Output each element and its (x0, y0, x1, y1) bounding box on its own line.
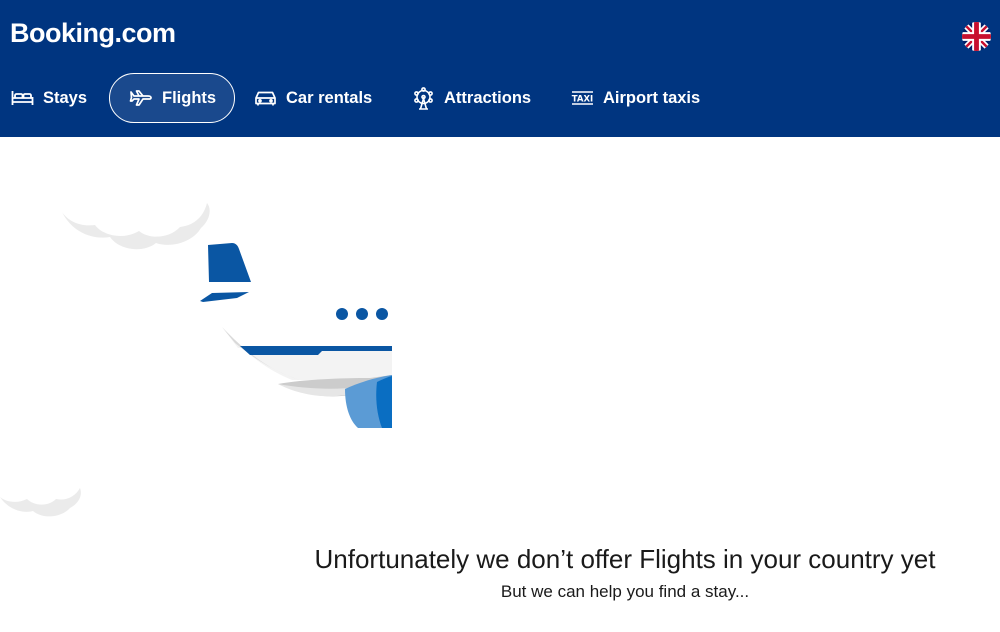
nav-item-car-rentals[interactable]: Car rentals (254, 73, 372, 123)
unavailable-message-title: Unfortunately we don’t offer Flights in … (314, 544, 936, 574)
airplane-illustration (200, 243, 392, 428)
cloud-bottom (0, 488, 81, 517)
nav-item-stays[interactable]: Stays (11, 73, 87, 123)
bed-icon (11, 89, 34, 107)
nav-item-airport-taxis[interactable]: TAXI Airport taxis (571, 73, 700, 123)
ferris-wheel-icon (412, 86, 435, 110)
product-nav: Stays Flights Car rentals Attractions TA… (0, 73, 1000, 123)
svg-text:TAXI: TAXI (572, 95, 593, 105)
unavailable-message-subtitle: But we can help you find a stay... (500, 582, 750, 601)
nav-item-flights[interactable]: Flights (109, 73, 236, 123)
taxi-icon: TAXI (571, 90, 594, 106)
site-header: Booking.com Stays Flights Car rentals At… (0, 0, 1000, 137)
nav-label-attractions: Attractions (444, 88, 532, 107)
nav-item-attractions[interactable]: Attractions (412, 73, 531, 123)
nav-label-car-rentals: Car rentals (286, 88, 373, 107)
plane-icon (129, 89, 153, 107)
nav-label-stays: Stays (43, 88, 88, 107)
booking-logo[interactable]: Booking.com (10, 18, 176, 49)
car-icon (254, 90, 277, 106)
uk-flag-icon[interactable] (962, 22, 991, 51)
nav-label-flights: Flights (162, 88, 217, 107)
cloud-top (62, 203, 210, 250)
flights-unavailable-illustration (0, 137, 1000, 537)
nav-label-airport-taxis: Airport taxis (603, 88, 701, 107)
